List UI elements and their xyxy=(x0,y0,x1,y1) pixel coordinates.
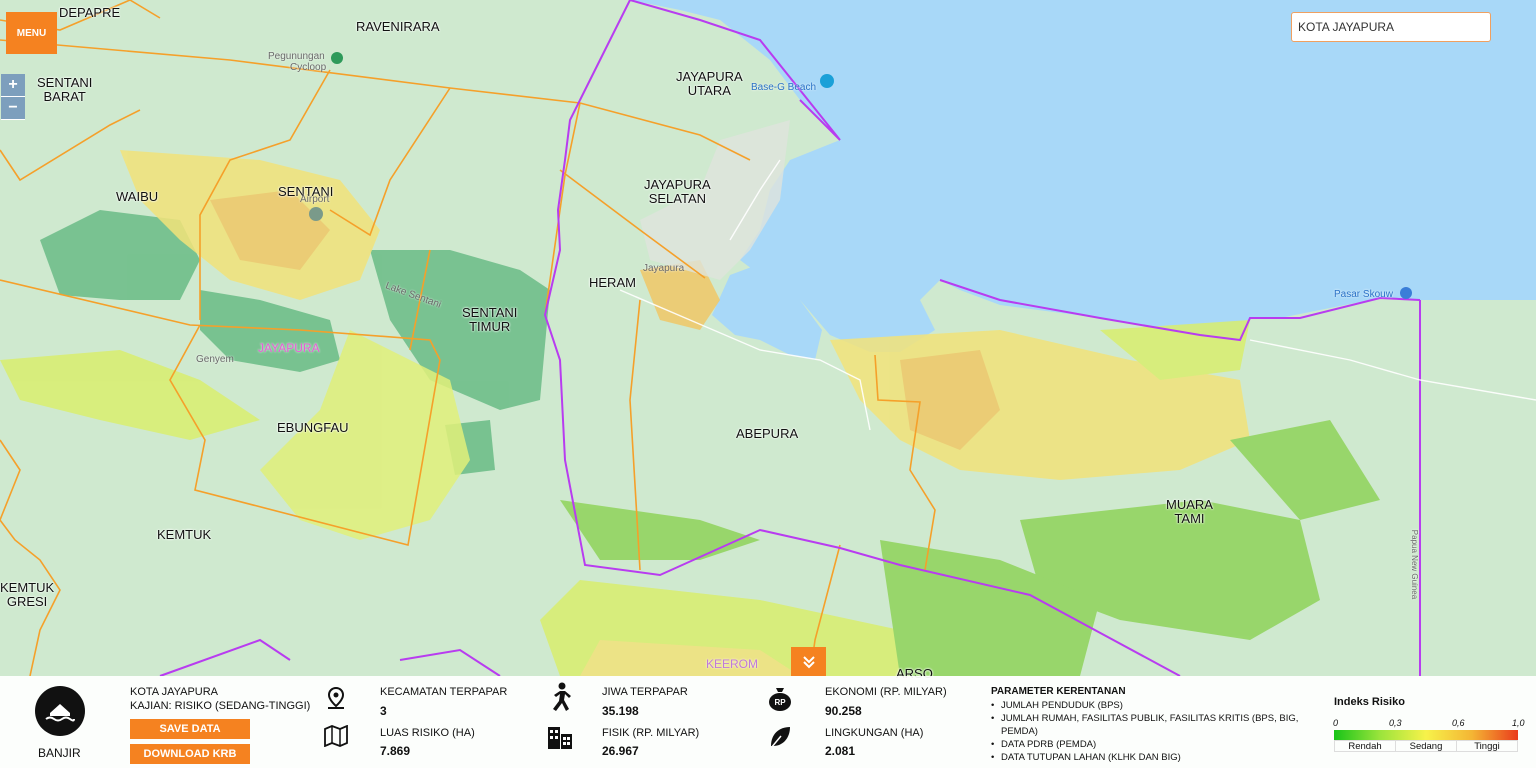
svg-text:RP: RP xyxy=(774,698,786,707)
stat-value-kecamatan: 3 xyxy=(380,704,387,718)
stat-value-jiwa: 35.198 xyxy=(602,704,639,718)
label-jayapura-selatan: JAYAPURA SELATAN xyxy=(644,177,711,206)
search-input[interactable] xyxy=(1291,12,1491,42)
label-abepura: ABEPURA xyxy=(736,426,799,441)
label-kemtuk-gresi: KEMTUK GRESI xyxy=(0,580,55,609)
stat-label-ekonomi: EKONOMI (RP. MILYAR) xyxy=(825,686,947,698)
poi-pasar-skouw: Pasar Skouw xyxy=(1334,289,1393,300)
legend-tick: 1,0 xyxy=(1512,718,1525,728)
beach-icon xyxy=(820,74,834,88)
money-bag-icon: RP xyxy=(767,686,793,712)
stat-value-lingkungan: 2.081 xyxy=(825,744,856,758)
parameter-item: DATA PDRB (PEMDA) xyxy=(991,738,1331,751)
poi-genyem: Genyem xyxy=(196,354,234,365)
legend-title: Indeks Risiko xyxy=(1334,696,1405,708)
map-pin-icon xyxy=(323,685,349,711)
label-ravenirara: RAVENIRARA xyxy=(356,19,440,34)
poi-cycloop: Cycloop xyxy=(290,62,327,73)
label-sentani-barat: SENTANI BARAT xyxy=(37,75,93,104)
building-icon xyxy=(547,724,573,750)
menu-button[interactable]: MENU xyxy=(6,12,57,54)
person-running-icon xyxy=(547,682,573,711)
download-krb-button[interactable]: DOWNLOAD KRB xyxy=(130,744,250,764)
stat-value-ekonomi: 90.258 xyxy=(825,704,862,718)
stat-label-jiwa: JIWA TERPAPAR xyxy=(602,686,688,698)
legend-tick: 0,6 xyxy=(1452,718,1465,728)
poi-base-g-beach: Base-G Beach xyxy=(751,82,817,93)
poi-keerom: KEEROM xyxy=(706,657,759,671)
zoom-control: + − xyxy=(1,74,25,120)
stat-label-luas: LUAS RISIKO (HA) xyxy=(380,727,475,739)
map-screen: { "menu": { "label": "MENU" }, "zoom": {… xyxy=(0,0,1536,768)
legend-category: Rendah xyxy=(1335,741,1396,752)
stat-label-lingkungan: LINGKUNGAN (HA) xyxy=(825,727,924,739)
flood-icon xyxy=(35,686,85,736)
label-depapre: DEPAPRE xyxy=(59,5,121,20)
label-waibu: WAIBU xyxy=(116,189,159,204)
parameter-item: DATA TUTUPAN LAHAN (KLHK DAN BIG) xyxy=(991,751,1331,764)
parameter-item: JUMLAH RUMAH, FASILITAS PUBLIK, FASILITA… xyxy=(991,712,1331,738)
parameter-item: JUMLAH PENDUDUK (BPS) xyxy=(991,699,1331,712)
map-canvas[interactable] xyxy=(0,0,1536,768)
chevron-double-down-icon xyxy=(802,655,815,668)
label-jayapura-utara: JAYAPURA UTARA xyxy=(676,69,743,98)
legend-categories: Rendah Sedang Tinggi xyxy=(1334,740,1518,752)
risk-legend: Indeks Risiko 0 0,3 0,6 1,0 Rendah Sedan… xyxy=(1330,694,1528,754)
map-icon xyxy=(323,723,349,749)
stat-label-fisik: FISIK (RP. MILYAR) xyxy=(602,727,700,739)
expand-panel-button[interactable] xyxy=(791,647,826,676)
stat-value-luas: 7.869 xyxy=(380,744,411,758)
kajian-label: KAJIAN: RISIKO (SEDANG-TINGGI) xyxy=(130,700,311,712)
label-heram: HERAM xyxy=(589,275,636,290)
info-panel: BANJIR KOTA JAYAPURA KAJIAN: RISIKO (SED… xyxy=(0,676,1536,768)
poi-airport: Airport xyxy=(300,194,330,205)
legend-category: Sedang xyxy=(1396,741,1457,752)
poi-jayapura-regency: JAYAPURA xyxy=(258,341,320,355)
leaf-icon xyxy=(767,724,793,750)
zoom-out-button[interactable]: − xyxy=(1,97,25,120)
stat-label-kecamatan: KECAMATAN TERPAPAR xyxy=(380,686,508,698)
legend-tick: 0 xyxy=(1333,718,1339,728)
zoom-in-button[interactable]: + xyxy=(1,74,25,97)
save-data-button[interactable]: SAVE DATA xyxy=(130,719,250,739)
parameter-list: JUMLAH PENDUDUK (BPS) JUMLAH RUMAH, FASI… xyxy=(991,699,1331,764)
hazard-label: BANJIR xyxy=(38,746,81,760)
stat-value-fisik: 26.967 xyxy=(602,744,639,758)
legend-tick: 0,3 xyxy=(1389,718,1402,728)
poi-pegunungan: Pegunungan xyxy=(268,51,325,62)
label-ebungfau: EBUNGFAU xyxy=(277,420,349,435)
market-icon xyxy=(1400,287,1412,299)
poi-jayapura-town: Jayapura xyxy=(643,263,685,274)
location-title: KOTA JAYAPURA xyxy=(130,686,219,698)
mountain-icon xyxy=(331,52,343,64)
label-kemtuk: KEMTUK xyxy=(157,527,212,542)
label-muara-tami: MUARA TAMI xyxy=(1166,497,1213,526)
legend-category: Tinggi xyxy=(1474,741,1500,752)
parameter-title: PARAMETER KERENTANAN xyxy=(991,686,1126,697)
label-sentani-timur: SENTANI TIMUR xyxy=(462,305,518,334)
airport-icon xyxy=(309,207,323,221)
poi-border: Papua New Guinea xyxy=(1410,529,1420,600)
